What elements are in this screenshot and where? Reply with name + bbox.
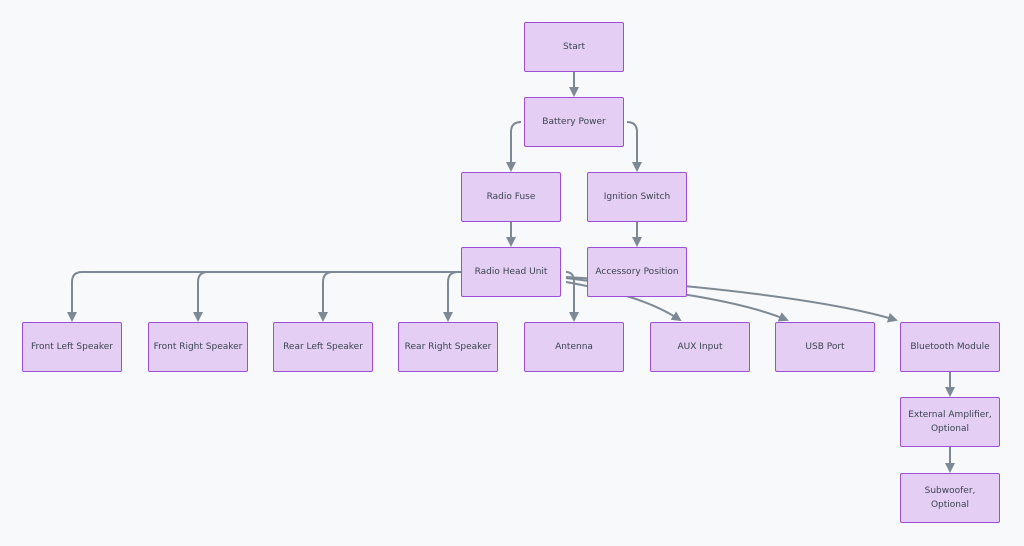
edge-head-to-fr xyxy=(193,271,461,322)
node-aux: AUX Input xyxy=(650,322,750,372)
node-ignition: Ignition Switch xyxy=(587,172,687,222)
node-fl: Front Left Speaker xyxy=(22,322,122,372)
node-fr: Front Right Speaker xyxy=(148,322,248,372)
edge-head-to-rl xyxy=(318,271,461,322)
node-amp: External Amplifier, Optional xyxy=(900,397,1000,447)
node-rl: Rear Left Speaker xyxy=(273,322,373,372)
node-battery: Battery Power xyxy=(524,97,624,147)
node-fuse: Radio Fuse xyxy=(461,172,561,222)
edge-head-to-fl xyxy=(67,271,461,322)
edge-battery-to-ignition xyxy=(626,121,642,172)
node-sub: Subwoofer, Optional xyxy=(900,473,1000,523)
node-antenna: Antenna xyxy=(524,322,624,372)
node-usb: USB Port xyxy=(775,322,875,372)
node-rr: Rear Right Speaker xyxy=(398,322,498,372)
edge-head-to-rr xyxy=(443,271,461,322)
node-start: Start xyxy=(524,22,624,72)
node-accessory: Accessory Position xyxy=(587,247,687,297)
node-head: Radio Head Unit xyxy=(461,247,561,297)
node-bt: Bluetooth Module xyxy=(900,322,1000,372)
edge-battery-to-fuse xyxy=(506,121,522,172)
